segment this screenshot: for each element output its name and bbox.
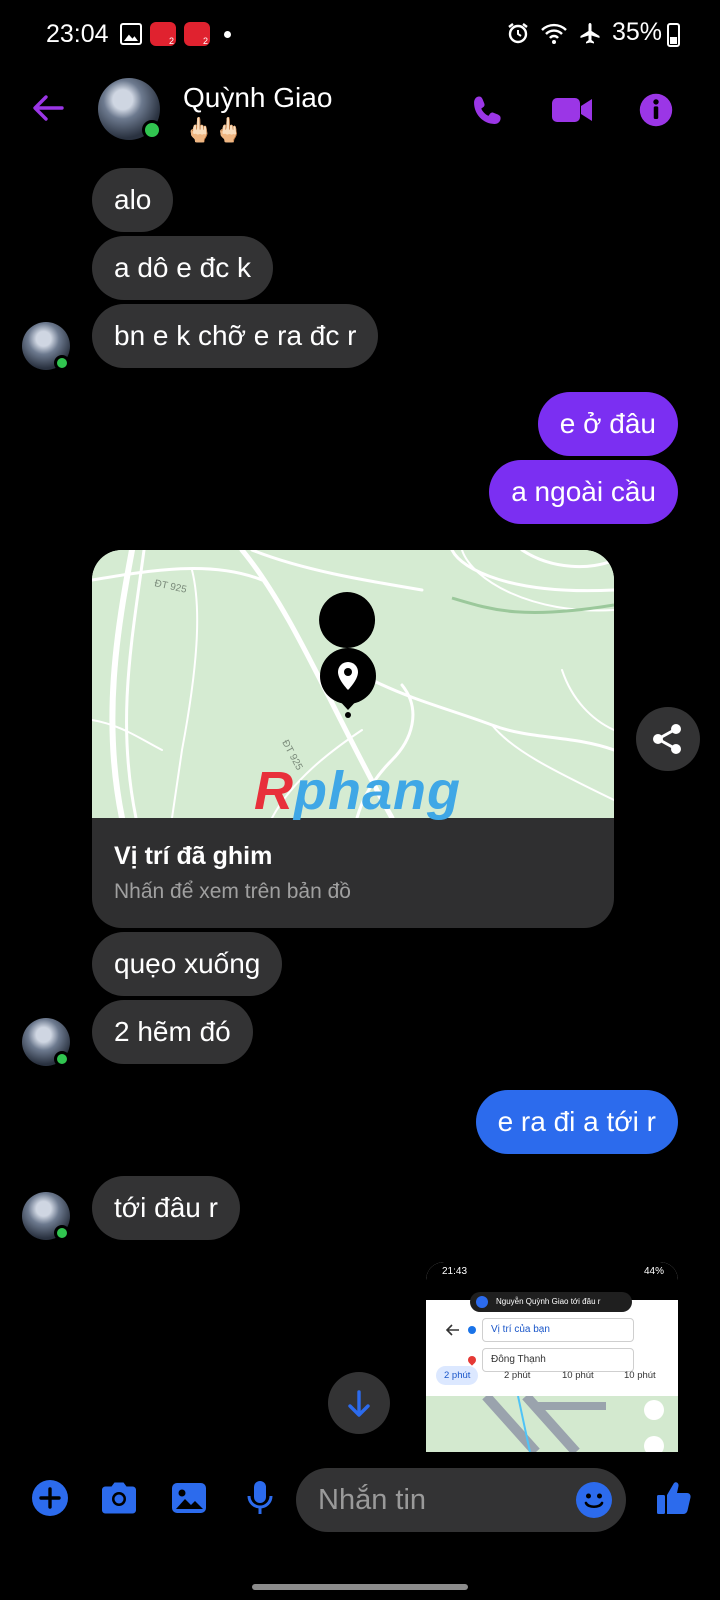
more-notifications-icon bbox=[224, 30, 231, 38]
thumb-back-icon bbox=[446, 1324, 459, 1336]
contact-name[interactable]: Quỳnh Giao bbox=[183, 82, 332, 114]
thumb-origin-dot bbox=[468, 1326, 476, 1334]
online-indicator bbox=[54, 1225, 70, 1241]
gallery-icon[interactable] bbox=[168, 1478, 210, 1518]
image-icon bbox=[120, 23, 142, 45]
location-card[interactable]: ĐT 925 ĐT 925 Rphang Vị trí đã ghim Nhấn… bbox=[92, 550, 614, 928]
status-time: 23:04 bbox=[46, 20, 109, 48]
notification-icons bbox=[120, 22, 231, 46]
online-indicator bbox=[142, 120, 162, 140]
like-thumbs-up-icon[interactable] bbox=[654, 1478, 694, 1518]
thumb-mode-moto: 2 phút bbox=[504, 1370, 531, 1381]
thumb-chat-banner: Nguyễn Quỳnh Giao tới đâu r bbox=[470, 1292, 632, 1312]
thumb-map bbox=[426, 1396, 678, 1452]
app-notification-icon bbox=[184, 22, 210, 46]
alarm-icon bbox=[508, 22, 528, 43]
share-icon bbox=[653, 724, 681, 754]
message-bubble-incoming[interactable]: bn e k chỡ e ra đc r bbox=[92, 304, 379, 368]
thumb-from-field: Vị trí của bạn bbox=[482, 1318, 634, 1342]
location-subtitle: Nhấn để xem trên bản đồ bbox=[114, 880, 351, 903]
microphone-icon[interactable] bbox=[240, 1478, 280, 1518]
online-indicator bbox=[54, 1051, 70, 1067]
share-button[interactable] bbox=[636, 707, 700, 771]
info-icon[interactable] bbox=[636, 92, 676, 128]
message-bubble-incoming[interactable]: quẹo xuống bbox=[92, 932, 283, 996]
scroll-to-bottom-button[interactable] bbox=[328, 1372, 390, 1434]
chat-header: Quỳnh Giao 🖕🏻🖕🏻 bbox=[0, 70, 720, 150]
status-bar: 23:04 35% bbox=[0, 0, 720, 70]
message-bubble-incoming[interactable]: 2 hẽm đó bbox=[92, 1000, 253, 1064]
watermark-r: R bbox=[254, 761, 294, 821]
thumb-mode-walk: 10 phút bbox=[624, 1370, 656, 1381]
watermark: Rphang bbox=[254, 760, 461, 822]
watermark-rest: phang bbox=[294, 761, 461, 821]
image-attachment[interactable]: 21:43 44% Nguyễn Quỳnh Giao tới đâu r Vị… bbox=[426, 1262, 678, 1452]
message-bubble-incoming[interactable]: a dô e đc k bbox=[92, 236, 273, 300]
message-bubble-outgoing[interactable]: e ra đi a tới r bbox=[475, 1090, 678, 1154]
thumb-mode-car: 2 phút bbox=[436, 1366, 479, 1385]
wifi-icon bbox=[541, 23, 567, 44]
gesture-navigation-bar[interactable] bbox=[252, 1584, 468, 1590]
camera-icon[interactable] bbox=[98, 1478, 140, 1518]
contact-status-emoji: 🖕🏻🖕🏻 bbox=[184, 117, 244, 144]
message-bubble-incoming[interactable]: alo bbox=[92, 168, 174, 232]
battery-icon bbox=[667, 23, 680, 47]
thumb-time: 21:43 bbox=[442, 1266, 468, 1277]
arrow-down-icon bbox=[348, 1390, 370, 1417]
thumb-travel-modes: 2 phút 2 phút 10 phút 10 phút bbox=[436, 1366, 671, 1388]
message-input-placeholder: Nhắn tin bbox=[318, 1484, 427, 1516]
message-bubble-incoming[interactable]: tới đâu r bbox=[92, 1176, 240, 1240]
video-call-icon[interactable] bbox=[550, 92, 594, 128]
battery-percent: 35% bbox=[611, 18, 662, 46]
thumb-battery: 44% bbox=[643, 1266, 664, 1277]
app-notification-icon bbox=[150, 22, 176, 46]
thumb-mode-transit: 10 phút bbox=[562, 1370, 594, 1381]
emoji-icon[interactable] bbox=[576, 1482, 612, 1518]
message-bubble-outgoing[interactable]: e ở đâu bbox=[537, 392, 678, 456]
thumb-destination-pin-icon bbox=[466, 1354, 478, 1366]
phone-call-icon[interactable] bbox=[468, 92, 508, 128]
airplane-icon bbox=[580, 22, 600, 43]
composer-bar: Nhắn tin bbox=[0, 1464, 720, 1536]
system-icons: 35% bbox=[506, 18, 662, 47]
message-input[interactable]: Nhắn tin bbox=[296, 1468, 626, 1532]
location-title: Vị trí đã ghim bbox=[114, 842, 273, 870]
message-bubble-outgoing[interactable]: a ngoài cầu bbox=[489, 460, 678, 524]
online-indicator bbox=[54, 355, 70, 371]
back-arrow-icon[interactable] bbox=[30, 90, 66, 126]
add-icon[interactable] bbox=[30, 1478, 70, 1518]
